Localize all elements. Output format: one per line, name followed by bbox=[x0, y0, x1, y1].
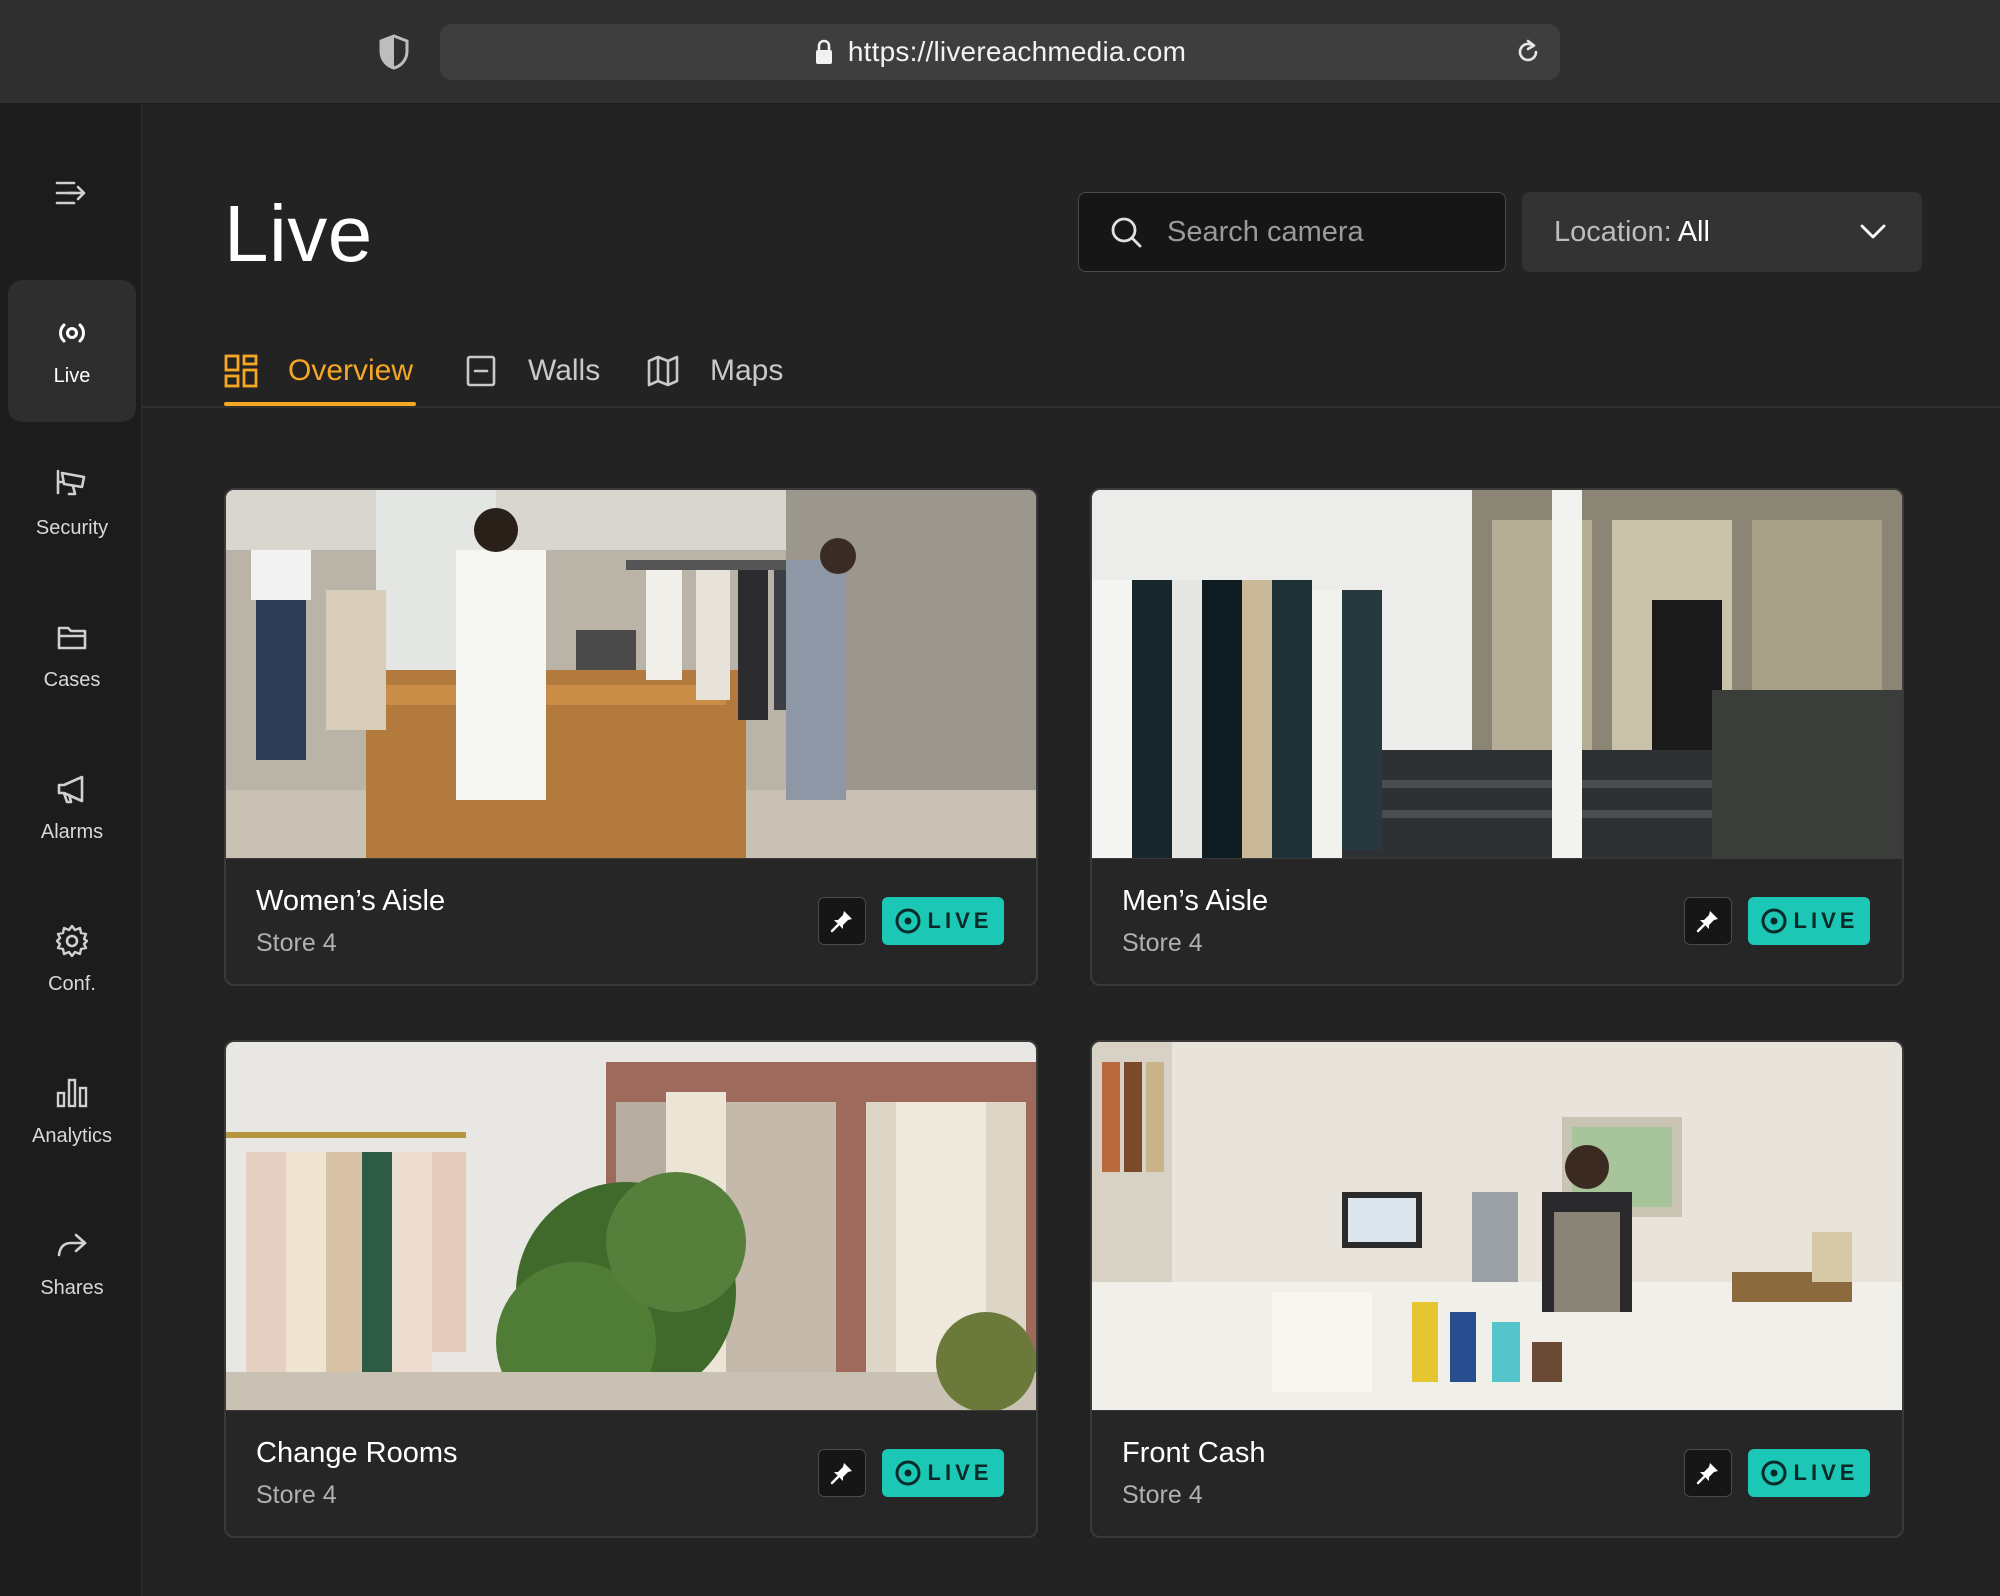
live-badge-label: LIVE bbox=[927, 1460, 993, 1485]
live-icon bbox=[59, 323, 85, 342]
tab-maps[interactable]: Maps bbox=[646, 336, 783, 406]
grid-icon bbox=[224, 354, 258, 388]
location-value: All bbox=[1677, 215, 1710, 248]
pin-button[interactable] bbox=[818, 1449, 866, 1497]
tab-label: Walls bbox=[528, 354, 601, 387]
sidebar-item-alarms[interactable]: Alarms bbox=[8, 736, 136, 878]
pin-icon bbox=[1696, 911, 1718, 933]
pin-button[interactable] bbox=[818, 897, 866, 945]
camera-card-footer: Women’s Aisle Store 4 LIVE bbox=[226, 858, 1036, 984]
pin-button[interactable] bbox=[1684, 897, 1732, 945]
sidebar-item-live[interactable]: Live bbox=[8, 280, 136, 422]
gear-icon bbox=[55, 924, 89, 957]
search-input[interactable] bbox=[1167, 215, 1487, 249]
location-dropdown[interactable]: Location: All bbox=[1522, 192, 1922, 272]
camera-feed-image bbox=[1092, 1042, 1902, 1410]
live-icon bbox=[1761, 1460, 1787, 1486]
sidebar-item-analytics[interactable]: Analytics bbox=[8, 1040, 136, 1182]
camera-feed-image bbox=[226, 1042, 1036, 1410]
lock-icon bbox=[815, 39, 832, 64]
camera-store: Store 4 bbox=[256, 1481, 337, 1509]
live-icon bbox=[895, 908, 921, 934]
camera-card-footer: Change Rooms Store 4 LIVE bbox=[226, 1410, 1036, 1536]
camera-card[interactable]: Front Cash Store 4 LIVE bbox=[1090, 1040, 1904, 1538]
search-icon bbox=[1111, 217, 1142, 248]
live-badge-label: LIVE bbox=[1793, 908, 1859, 933]
camera-feed-image bbox=[226, 490, 1036, 858]
security-camera-icon bbox=[56, 469, 86, 495]
live-badge[interactable]: LIVE bbox=[882, 1449, 1004, 1497]
camera-feed-image bbox=[1092, 490, 1902, 858]
megaphone-icon bbox=[57, 775, 84, 803]
browser-toolbar: https://livereachmedia.com bbox=[0, 0, 2000, 104]
camera-card-footer: Men’s Aisle Store 4 LIVE bbox=[1092, 858, 1902, 984]
live-badge[interactable]: LIVE bbox=[1748, 897, 1870, 945]
pin-icon bbox=[830, 1463, 852, 1485]
tab-label: Maps bbox=[710, 354, 784, 387]
sidebar: Live Security Cases Alarms Conf. Analyti… bbox=[0, 104, 142, 1596]
camera-feed[interactable] bbox=[226, 1042, 1036, 1410]
camera-card-footer: Front Cash Store 4 LIVE bbox=[1092, 1410, 1902, 1536]
pin-button[interactable] bbox=[1684, 1449, 1732, 1497]
camera-card[interactable]: Men’s Aisle Store 4 LIVE bbox=[1090, 488, 1904, 986]
sidebar-item-cases[interactable]: Cases bbox=[8, 584, 136, 726]
shield-icon[interactable] bbox=[378, 34, 410, 70]
live-badge-label: LIVE bbox=[1793, 1460, 1859, 1485]
search-box[interactable] bbox=[1078, 192, 1506, 272]
camera-feed[interactable] bbox=[1092, 1042, 1902, 1410]
pin-icon bbox=[1696, 1463, 1718, 1485]
tabs-divider bbox=[142, 406, 2000, 408]
page-title: Live bbox=[224, 189, 373, 278]
camera-store: Store 4 bbox=[256, 929, 337, 957]
sidebar-item-label: Live bbox=[53, 364, 91, 387]
sidebar-item-label: Alarms bbox=[40, 820, 104, 843]
camera-name: Change Rooms bbox=[256, 1437, 458, 1469]
camera-store: Store 4 bbox=[1122, 929, 1203, 957]
sidebar-item-shares[interactable]: Shares bbox=[8, 1192, 136, 1334]
camera-card[interactable]: Change Rooms Store 4 LIVE bbox=[224, 1040, 1038, 1538]
reload-icon[interactable] bbox=[1514, 38, 1542, 66]
share-icon bbox=[57, 1233, 87, 1256]
camera-name: Front Cash bbox=[1122, 1437, 1266, 1469]
live-badge-label: LIVE bbox=[927, 908, 993, 933]
sidebar-item-label: Conf. bbox=[48, 972, 96, 995]
chevron-down-icon bbox=[1860, 224, 1886, 239]
camera-feed[interactable] bbox=[226, 490, 1036, 858]
sidebar-item-security[interactable]: Security bbox=[8, 432, 136, 574]
menu-toggle-icon[interactable] bbox=[54, 176, 88, 210]
location-label: Location: bbox=[1554, 215, 1672, 248]
camera-card[interactable]: Women’s Aisle Store 4 LIVE bbox=[224, 488, 1038, 986]
map-icon bbox=[647, 355, 679, 387]
live-icon bbox=[895, 1460, 921, 1486]
bar-chart-icon bbox=[56, 1078, 88, 1107]
url-text: https://livereachmedia.com bbox=[847, 36, 1187, 67]
sidebar-item-label: Cases bbox=[43, 668, 101, 691]
sidebar-item-conf[interactable]: Conf. bbox=[8, 888, 136, 1030]
live-icon bbox=[1761, 908, 1787, 934]
address-bar[interactable]: https://livereachmedia.com bbox=[440, 24, 1560, 80]
tab-overview[interactable]: Overview bbox=[224, 336, 413, 406]
tab-walls[interactable]: Walls bbox=[464, 336, 600, 406]
live-badge[interactable]: LIVE bbox=[1748, 1449, 1870, 1497]
live-badge[interactable]: LIVE bbox=[882, 897, 1004, 945]
wall-icon bbox=[466, 355, 496, 387]
sidebar-item-label: Security bbox=[35, 516, 109, 539]
camera-name: Women’s Aisle bbox=[256, 885, 446, 917]
tab-label: Overview bbox=[288, 354, 414, 387]
camera-feed[interactable] bbox=[1092, 490, 1902, 858]
camera-name: Men’s Aisle bbox=[1122, 885, 1269, 917]
camera-store: Store 4 bbox=[1122, 1481, 1203, 1509]
pin-icon bbox=[830, 911, 852, 933]
sidebar-item-label: Shares bbox=[40, 1276, 104, 1299]
folder-icon bbox=[57, 626, 87, 649]
sidebar-item-label: Analytics bbox=[31, 1124, 113, 1147]
